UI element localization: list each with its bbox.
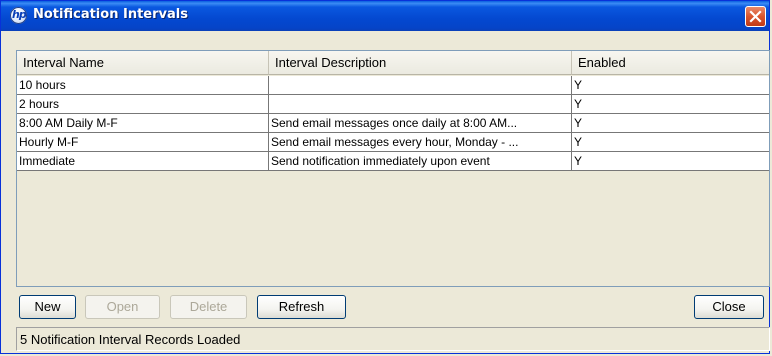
column-header-interval-description[interactable]: Interval Description bbox=[269, 51, 572, 75]
table-row[interactable]: 10 hours Y bbox=[17, 76, 769, 95]
cell-interval-name: 10 hours bbox=[17, 76, 269, 94]
table-row[interactable]: 8:00 AM Daily M-F Send email messages on… bbox=[17, 114, 769, 133]
new-button[interactable]: New bbox=[19, 295, 76, 319]
intervals-table: Interval Name Interval Description Enabl… bbox=[16, 50, 770, 287]
cell-interval-description bbox=[269, 95, 572, 113]
column-header-enabled[interactable]: Enabled bbox=[572, 51, 769, 75]
cell-enabled: Y bbox=[574, 97, 583, 111]
table-body: 10 hours Y 2 hours Y 8:00 AM Daily M-F S… bbox=[17, 76, 769, 171]
cell-interval-description: Send email messages every hour, Monday -… bbox=[269, 133, 572, 151]
table-row[interactable]: Hourly M-F Send email messages every hou… bbox=[17, 133, 769, 152]
cell-interval-name: 2 hours bbox=[17, 95, 269, 113]
notification-intervals-dialog: hp Notification Intervals Interval Name … bbox=[0, 0, 770, 354]
cell-interval-description bbox=[269, 76, 572, 94]
title-bar[interactable]: hp Notification Intervals bbox=[1, 1, 769, 31]
open-button[interactable]: Open bbox=[85, 295, 160, 319]
cell-interval-description: Send email messages once daily at 8:00 A… bbox=[269, 114, 572, 132]
table-header: Interval Name Interval Description Enabl… bbox=[17, 51, 769, 75]
column-header-interval-name[interactable]: Interval Name bbox=[17, 51, 269, 75]
window-title: Notification Intervals bbox=[33, 7, 188, 22]
refresh-button[interactable]: Refresh bbox=[257, 295, 346, 319]
status-bar: 5 Notification Interval Records Loaded bbox=[16, 327, 770, 351]
table-row[interactable]: Immediate Send notification immediately … bbox=[17, 152, 769, 171]
cell-interval-name: Hourly M-F bbox=[17, 133, 269, 151]
delete-button[interactable]: Delete bbox=[170, 295, 247, 319]
cell-enabled: Y bbox=[574, 116, 583, 130]
close-window-button[interactable] bbox=[745, 6, 766, 27]
cell-interval-name: 8:00 AM Daily M-F bbox=[17, 114, 269, 132]
close-icon bbox=[749, 10, 762, 23]
table-row[interactable]: 2 hours Y bbox=[17, 95, 769, 114]
cell-interval-description: Send notification immediately upon event bbox=[269, 152, 572, 170]
cell-interval-name: Immediate bbox=[17, 152, 269, 170]
cell-enabled: Y bbox=[574, 78, 583, 92]
cell-enabled: Y bbox=[574, 135, 583, 149]
close-button[interactable]: Close bbox=[694, 295, 764, 319]
cell-enabled: Y bbox=[574, 154, 583, 168]
hp-logo-icon: hp bbox=[10, 7, 27, 24]
